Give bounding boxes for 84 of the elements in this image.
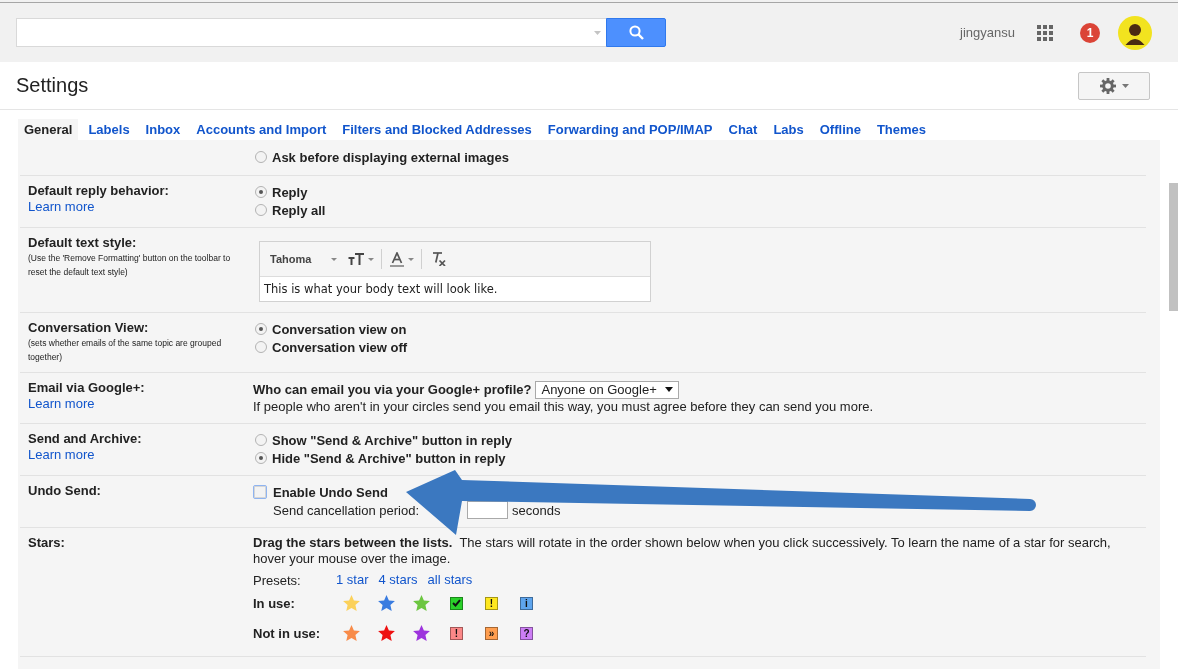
info-icon[interactable]: i xyxy=(520,596,533,610)
username[interactable]: jingyansu xyxy=(960,25,1015,40)
audience-dropdown[interactable]: Anyone on Google+ xyxy=(535,380,679,399)
description-text: If people who aren't in your circles send you email this way, you must agree before they can send you more. xyxy=(253,399,874,415)
setting-label: Undo Send: xyxy=(28,483,101,499)
check-mark-icon[interactable] xyxy=(450,596,463,610)
star-list-label: Not in use: xyxy=(253,625,322,641)
settings-tab[interactable]: Chat xyxy=(722,119,764,140)
radio-label[interactable]: Conversation view off xyxy=(272,339,408,355)
radio-button[interactable] xyxy=(255,341,267,353)
radio-button[interactable] xyxy=(255,151,267,163)
radio-button[interactable] xyxy=(255,186,267,198)
settings-tab[interactable]: Themes xyxy=(870,119,933,140)
settings-tab[interactable]: Labels xyxy=(82,119,136,140)
preset-link[interactable]: 4 stars xyxy=(378,572,418,588)
preset-link[interactable]: all stars xyxy=(427,572,473,588)
font-size-icon xyxy=(348,253,364,265)
clear-formatting-icon xyxy=(430,252,446,266)
avatar-icon[interactable] xyxy=(1118,15,1152,50)
settings-tab[interactable]: Labs xyxy=(767,119,810,140)
page-title: Settings xyxy=(16,74,90,97)
star-icon[interactable] xyxy=(378,595,395,611)
setting-note: (Use the 'Remove Formatting' button on the toolbar to reset the default text style) xyxy=(28,252,232,279)
setting-label: Default text style: xyxy=(28,235,137,251)
star-icon[interactable] xyxy=(343,595,360,611)
question-text: Who can email you via your Google+ profile? xyxy=(253,382,532,397)
radio-label[interactable]: Reply xyxy=(272,184,308,200)
search-button[interactable] xyxy=(606,18,666,47)
caret-icon xyxy=(408,257,414,261)
caret-icon xyxy=(368,257,374,261)
stars-instructions: Drag the stars between the lists. The stars will rotate in the order shown below when you click successively. To learn the name of a star for search, hover your mouse over the image. xyxy=(253,535,1112,567)
star-icon[interactable] xyxy=(413,625,430,641)
settings-tab[interactable]: General xyxy=(18,119,79,140)
preset-link[interactable]: 1 star xyxy=(336,572,369,588)
settings-tab[interactable]: Offline xyxy=(813,119,867,140)
learn-more-link[interactable]: Learn more xyxy=(28,396,95,412)
unit-label: seconds xyxy=(512,502,561,518)
radio-label[interactable]: Hide "Send & Archive" button in reply xyxy=(272,450,506,466)
caret-icon xyxy=(1121,83,1129,88)
star-icon[interactable] xyxy=(413,595,430,611)
radio-button[interactable] xyxy=(255,204,267,216)
setting-label: Email via Google+: xyxy=(28,380,145,396)
exclamation-mark-icon[interactable]: ! xyxy=(485,596,498,610)
exclamation-mark-icon[interactable]: ! xyxy=(450,626,463,640)
settings-tab[interactable]: Filters and Blocked Addresses xyxy=(336,119,538,140)
caret-icon xyxy=(331,257,337,261)
text-preview: This is what your body text will look like. xyxy=(263,281,499,298)
radio-label[interactable]: Ask before displaying external images xyxy=(272,149,509,165)
checkbox[interactable] xyxy=(253,485,267,499)
font-dropdown[interactable]: Tahoma xyxy=(268,248,340,270)
learn-more-link[interactable]: Learn more xyxy=(28,447,95,463)
radio-label[interactable]: Conversation view on xyxy=(272,321,407,337)
scrollbar-thumb[interactable] xyxy=(1169,183,1178,311)
radio-label[interactable]: Reply all xyxy=(272,202,326,218)
period-label: Send cancellation period: xyxy=(273,502,419,518)
period-dropdown[interactable] xyxy=(467,501,508,519)
settings-tab[interactable]: Forwarding and POP/IMAP xyxy=(541,119,719,140)
star-list-label: In use: xyxy=(253,595,296,611)
setting-label: Stars: xyxy=(28,535,65,551)
radio-label[interactable]: Show "Send & Archive" button in reply xyxy=(272,432,513,448)
presets-label: Presets: xyxy=(253,572,302,588)
search-icon xyxy=(628,25,644,40)
star-icon[interactable] xyxy=(343,625,360,641)
radio-button[interactable] xyxy=(255,434,267,446)
checkbox-label[interactable]: Enable Undo Send xyxy=(273,484,388,500)
search-field[interactable] xyxy=(16,18,606,47)
settings-tab[interactable]: Accounts and Import xyxy=(190,119,333,140)
question-mark-icon[interactable]: ? xyxy=(520,626,533,640)
notification-badge[interactable]: 1 xyxy=(1080,22,1100,43)
radio-button[interactable] xyxy=(255,323,267,335)
setting-note: (sets whether emails of the same topic are grouped together) xyxy=(28,337,223,364)
double-chevron-icon[interactable]: » xyxy=(485,626,498,640)
text-color-icon xyxy=(390,251,404,267)
setting-label: Default reply behavior: xyxy=(28,183,169,199)
settings-button[interactable] xyxy=(1078,71,1150,100)
caret-icon xyxy=(664,387,673,392)
gear-icon xyxy=(1099,77,1116,94)
apps-grid-icon[interactable] xyxy=(1037,24,1053,41)
radio-button[interactable] xyxy=(255,452,267,464)
star-icon[interactable] xyxy=(378,625,395,641)
settings-tab[interactable]: Inbox xyxy=(139,119,187,140)
learn-more-link[interactable]: Learn more xyxy=(28,199,95,215)
setting-label: Send and Archive: xyxy=(28,431,142,447)
setting-label: Conversation View: xyxy=(28,320,149,336)
